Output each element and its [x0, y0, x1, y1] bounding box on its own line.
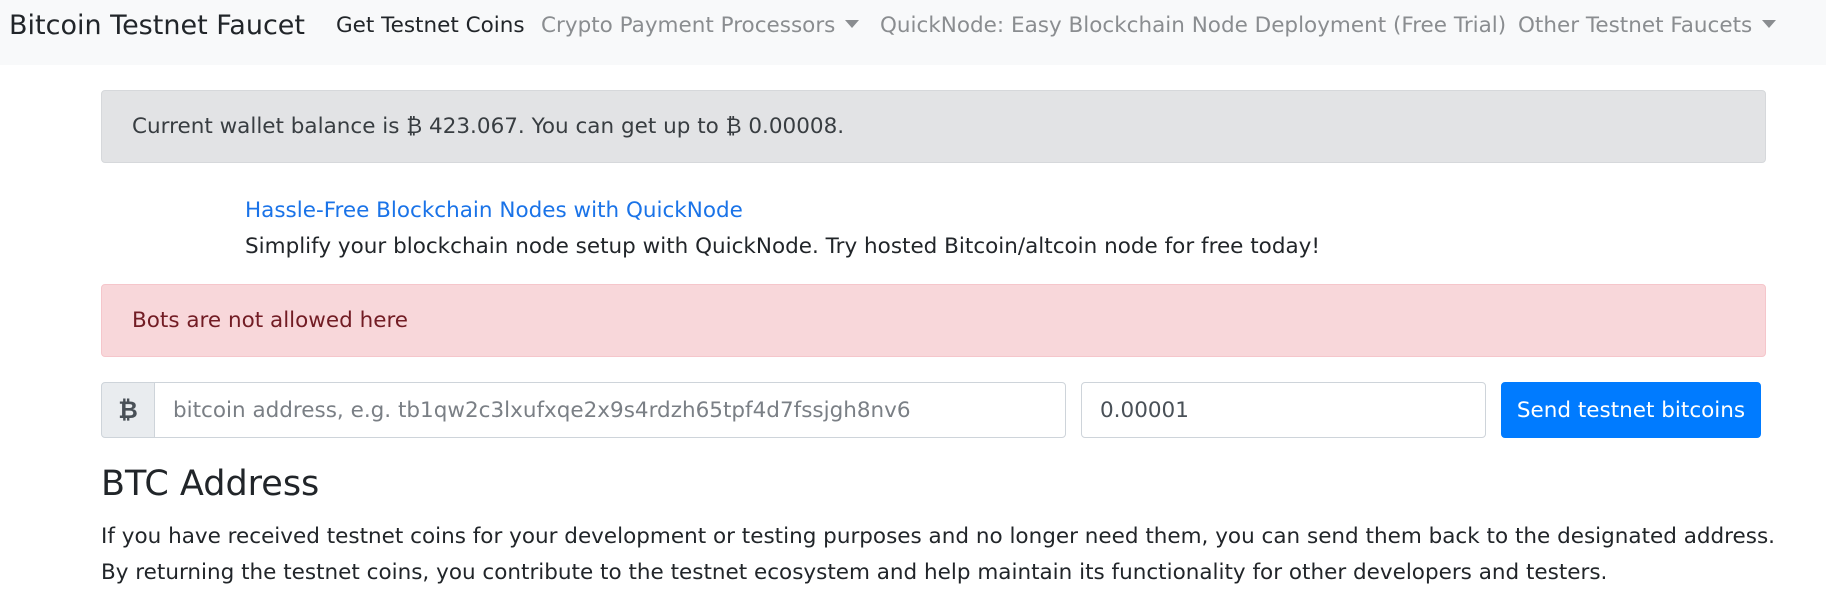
nav-link-label: Crypto Payment Processors: [541, 13, 836, 38]
bitcoin-address-input[interactable]: [154, 382, 1066, 438]
nav-link-get-testnet-coins[interactable]: Get Testnet Coins: [336, 12, 525, 40]
bot-error-alert: Bots are not allowed here: [101, 284, 1766, 357]
btc-address-heading: BTC Address: [101, 464, 320, 504]
navbar-brand[interactable]: Bitcoin Testnet Faucet: [9, 9, 305, 43]
btc-address-line-1: If you have received testnet coins for y…: [101, 524, 1776, 549]
nav-link-crypto-payment-processors[interactable]: Crypto Payment Processors: [541, 12, 860, 40]
top-navbar: Bitcoin Testnet Faucet Get Testnet Coins…: [0, 0, 1826, 65]
nav-link-label: QuickNode: Easy Blockchain Node Deployme…: [880, 13, 1507, 38]
btc-address-line-2: By returning the testnet coins, you cont…: [101, 560, 1608, 585]
address-input-group: ₿: [101, 382, 1066, 438]
dropdown-caret-icon: [1762, 20, 1777, 28]
dropdown-caret-icon: [845, 20, 860, 28]
quicknode-promo-link[interactable]: Hassle-Free Blockchain Nodes with QuickN…: [245, 193, 1320, 229]
wallet-balance-alert: Current wallet balance is ₿ 423.067. You…: [101, 90, 1766, 163]
amount-input[interactable]: [1081, 382, 1486, 438]
wallet-balance-text: Current wallet balance is ₿ 423.067. You…: [132, 114, 845, 139]
nav-link-quicknode[interactable]: QuickNode: Easy Blockchain Node Deployme…: [880, 12, 1506, 40]
btc-address-description: If you have received testnet coins for y…: [101, 519, 1821, 591]
nav-link-label: Other Testnet Faucets: [1518, 13, 1753, 38]
send-testnet-bitcoins-button[interactable]: Send testnet bitcoins: [1501, 382, 1761, 438]
bitcoin-icon: ₿: [101, 382, 155, 438]
quicknode-promo-description: Simplify your blockchain node setup with…: [245, 234, 1320, 259]
nav-link-other-testnet-faucets[interactable]: Other Testnet Faucets: [1518, 12, 1777, 40]
quicknode-promo: Hassle-Free Blockchain Nodes with QuickN…: [245, 193, 1320, 265]
bot-error-text: Bots are not allowed here: [132, 308, 409, 333]
nav-link-label: Get Testnet Coins: [336, 13, 525, 38]
